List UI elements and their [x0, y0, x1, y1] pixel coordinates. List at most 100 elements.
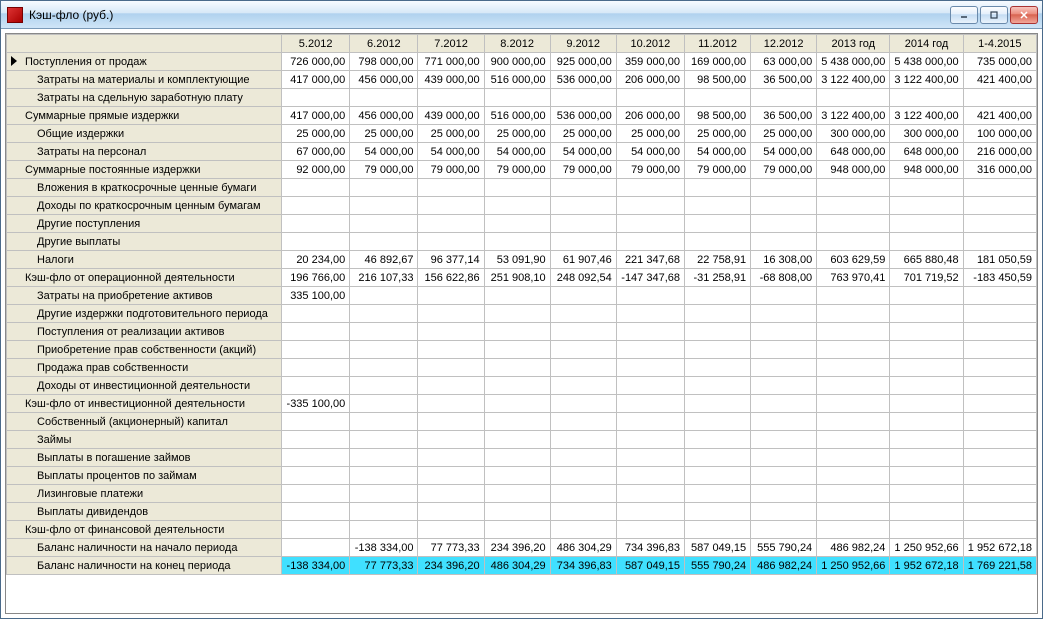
data-cell[interactable]	[282, 215, 350, 233]
table-row[interactable]: Затраты на приобретение активов335 100,0…	[7, 287, 1037, 305]
data-cell[interactable]	[350, 197, 418, 215]
data-cell[interactable]	[418, 179, 484, 197]
row-header[interactable]: Поступления от реализации активов	[7, 323, 282, 341]
data-cell[interactable]	[751, 197, 817, 215]
data-cell[interactable]	[751, 377, 817, 395]
data-cell[interactable]: 77 773,33	[418, 539, 484, 557]
data-cell[interactable]	[350, 413, 418, 431]
data-cell[interactable]	[282, 89, 350, 107]
row-header[interactable]: Другие издержки подготовительного период…	[7, 305, 282, 323]
data-cell[interactable]	[350, 323, 418, 341]
data-cell[interactable]: 54 000,00	[484, 143, 550, 161]
column-header[interactable]: 1-4.2015	[963, 35, 1036, 53]
data-cell[interactable]	[484, 287, 550, 305]
data-cell[interactable]: 248 092,54	[550, 269, 616, 287]
data-cell[interactable]	[963, 359, 1036, 377]
data-cell[interactable]	[550, 323, 616, 341]
data-cell[interactable]	[550, 359, 616, 377]
data-cell[interactable]	[484, 395, 550, 413]
data-cell[interactable]	[550, 233, 616, 251]
data-cell[interactable]	[890, 287, 963, 305]
data-cell[interactable]: 1 769 221,58	[963, 557, 1036, 575]
data-cell[interactable]	[418, 377, 484, 395]
data-cell[interactable]: 734 396,83	[550, 557, 616, 575]
table-row[interactable]: Баланс наличности на начало периода-138 …	[7, 539, 1037, 557]
data-cell[interactable]	[484, 89, 550, 107]
data-cell[interactable]	[890, 521, 963, 539]
data-cell[interactable]	[350, 431, 418, 449]
data-cell[interactable]: 79 000,00	[484, 161, 550, 179]
data-cell[interactable]	[418, 503, 484, 521]
data-cell[interactable]: 100 000,00	[963, 125, 1036, 143]
data-cell[interactable]	[890, 233, 963, 251]
data-cell[interactable]	[963, 215, 1036, 233]
data-cell[interactable]: 54 000,00	[418, 143, 484, 161]
data-cell[interactable]	[484, 431, 550, 449]
data-cell[interactable]	[550, 89, 616, 107]
data-cell[interactable]	[751, 215, 817, 233]
data-cell[interactable]: 648 000,00	[890, 143, 963, 161]
data-cell[interactable]	[418, 467, 484, 485]
data-cell[interactable]	[616, 467, 684, 485]
data-cell[interactable]	[890, 377, 963, 395]
data-cell[interactable]: 300 000,00	[817, 125, 890, 143]
data-cell[interactable]	[817, 485, 890, 503]
data-cell[interactable]	[963, 377, 1036, 395]
data-cell[interactable]: -138 334,00	[350, 539, 418, 557]
data-cell[interactable]	[350, 287, 418, 305]
data-cell[interactable]	[963, 197, 1036, 215]
data-cell[interactable]: 439 000,00	[418, 107, 484, 125]
data-cell[interactable]: 36 500,00	[751, 107, 817, 125]
data-cell[interactable]	[484, 413, 550, 431]
column-header[interactable]: 8.2012	[484, 35, 550, 53]
data-cell[interactable]: 486 304,29	[550, 539, 616, 557]
data-cell[interactable]: 1 250 952,66	[817, 557, 890, 575]
data-cell[interactable]	[751, 467, 817, 485]
row-header[interactable]: Другие выплаты	[7, 233, 282, 251]
data-cell[interactable]	[963, 449, 1036, 467]
data-cell[interactable]	[963, 485, 1036, 503]
row-header[interactable]: Кэш-фло от финансовой деятельности	[7, 521, 282, 539]
data-cell[interactable]	[484, 449, 550, 467]
data-cell[interactable]	[685, 233, 751, 251]
data-cell[interactable]: 648 000,00	[817, 143, 890, 161]
data-cell[interactable]	[484, 341, 550, 359]
data-cell[interactable]: 763 970,41	[817, 269, 890, 287]
data-cell[interactable]	[418, 323, 484, 341]
table-row[interactable]: Другие издержки подготовительного период…	[7, 305, 1037, 323]
row-header[interactable]: Лизинговые платежи	[7, 485, 282, 503]
data-cell[interactable]	[350, 305, 418, 323]
data-cell[interactable]	[484, 377, 550, 395]
table-row[interactable]: Приобретение прав собственности (акций)	[7, 341, 1037, 359]
row-header[interactable]: Затраты на персонал	[7, 143, 282, 161]
data-cell[interactable]	[550, 467, 616, 485]
data-cell[interactable]	[817, 197, 890, 215]
data-cell[interactable]: 925 000,00	[550, 53, 616, 71]
data-cell[interactable]	[751, 359, 817, 377]
data-cell[interactable]	[616, 89, 684, 107]
data-cell[interactable]	[550, 305, 616, 323]
data-cell[interactable]	[418, 395, 484, 413]
data-cell[interactable]	[550, 377, 616, 395]
data-cell[interactable]	[963, 287, 1036, 305]
row-header[interactable]: Баланс наличности на конец периода	[7, 557, 282, 575]
data-cell[interactable]: 735 000,00	[963, 53, 1036, 71]
row-header[interactable]: Выплаты дивидендов	[7, 503, 282, 521]
table-row[interactable]: Суммарные прямые издержки417 000,00456 0…	[7, 107, 1037, 125]
minimize-button[interactable]	[950, 6, 978, 24]
column-header[interactable]: 7.2012	[418, 35, 484, 53]
table-row[interactable]: Выплаты процентов по займам	[7, 467, 1037, 485]
data-cell[interactable]	[817, 413, 890, 431]
data-cell[interactable]	[890, 503, 963, 521]
data-cell[interactable]	[550, 485, 616, 503]
data-cell[interactable]: 3 122 400,00	[817, 107, 890, 125]
data-cell[interactable]: 53 091,90	[484, 251, 550, 269]
data-cell[interactable]	[282, 485, 350, 503]
data-cell[interactable]: 316 000,00	[963, 161, 1036, 179]
data-cell[interactable]	[550, 413, 616, 431]
data-cell[interactable]: 54 000,00	[751, 143, 817, 161]
data-cell[interactable]	[350, 341, 418, 359]
data-cell[interactable]	[282, 503, 350, 521]
data-cell[interactable]	[350, 233, 418, 251]
data-cell[interactable]: 335 100,00	[282, 287, 350, 305]
